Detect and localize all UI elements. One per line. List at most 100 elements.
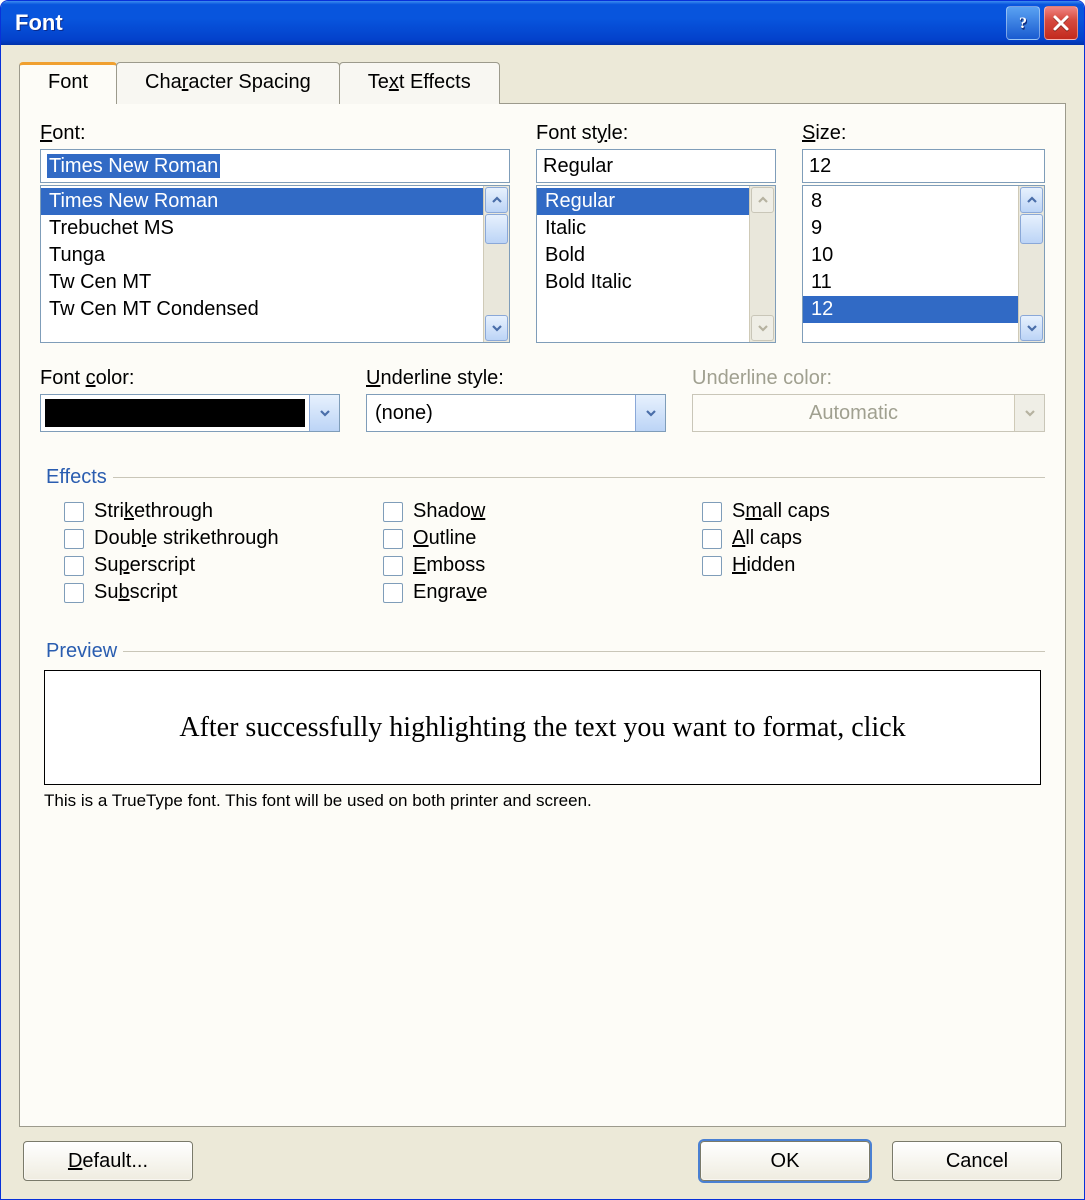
size-listbox[interactable]: 8 9 10 11 12	[802, 185, 1045, 343]
scroll-thumb[interactable]	[1020, 214, 1043, 244]
tabpanel-font: Font: Times New Roman Times New Roman Tr…	[19, 103, 1066, 1127]
checkbox-icon	[64, 502, 84, 522]
chevron-down-icon	[1024, 407, 1036, 419]
outline-checkbox[interactable]: Outline	[383, 527, 702, 550]
close-button[interactable]	[1044, 6, 1078, 40]
list-item[interactable]: Regular	[537, 188, 749, 215]
preview-text: After successfully highlighting the text…	[179, 712, 905, 744]
strikethrough-checkbox[interactable]: Strikethrough	[64, 500, 383, 523]
chevron-down-icon	[1026, 322, 1038, 334]
titlebar: Font ?	[1, 1, 1084, 45]
ok-button[interactable]: OK	[700, 1141, 870, 1181]
chevron-up-icon	[491, 194, 503, 206]
list-item[interactable]: Italic	[537, 215, 749, 242]
svg-text:?: ?	[1019, 15, 1027, 32]
shadow-checkbox[interactable]: Shadow	[383, 500, 702, 523]
tab-character-spacing[interactable]: Character Spacing	[116, 62, 340, 104]
style-listbox[interactable]: Regular Italic Bold Bold Italic	[536, 185, 776, 343]
scroll-up-button[interactable]	[1020, 187, 1043, 213]
list-item[interactable]: Tw Cen MT	[41, 269, 483, 296]
help-button[interactable]: ?	[1006, 6, 1040, 40]
tab-text-effects[interactable]: Text Effects	[339, 62, 500, 104]
default-button[interactable]: Default...	[23, 1141, 193, 1181]
underline-color-label: Underline color:	[692, 367, 1045, 390]
all-caps-checkbox[interactable]: All caps	[702, 527, 1021, 550]
emboss-checkbox[interactable]: Emboss	[383, 554, 702, 577]
font-input-value: Times New Roman	[47, 154, 220, 178]
effects-legend: Effects	[40, 466, 113, 489]
underline-style-combo[interactable]: (none)	[366, 394, 666, 432]
dropdown-button[interactable]	[309, 395, 339, 431]
scroll-down-button[interactable]	[1020, 315, 1043, 341]
font-color-combo[interactable]	[40, 394, 340, 432]
checkbox-icon	[702, 529, 722, 549]
checkbox-icon	[702, 502, 722, 522]
font-listbox[interactable]: Times New Roman Trebuchet MS Tunga Tw Ce…	[40, 185, 510, 343]
small-caps-checkbox[interactable]: Small caps	[702, 500, 1021, 523]
list-item[interactable]: Times New Roman	[41, 188, 483, 215]
chevron-down-icon	[319, 407, 331, 419]
checkbox-icon	[64, 583, 84, 603]
dropdown-button[interactable]	[635, 395, 665, 431]
chevron-up-icon	[757, 194, 769, 206]
color-swatch	[45, 399, 305, 427]
font-label: Font:	[40, 122, 510, 145]
checkbox-icon	[383, 556, 403, 576]
font-scrollbar[interactable]	[483, 186, 509, 342]
close-icon	[1052, 14, 1070, 32]
size-scrollbar[interactable]	[1018, 186, 1044, 342]
font-hint: This is a TrueType font. This font will …	[44, 791, 1041, 811]
engrave-checkbox[interactable]: Engrave	[383, 581, 702, 604]
size-input[interactable]: 12	[802, 149, 1045, 183]
tabstrip: Font Character Spacing Text Effects	[19, 61, 1066, 103]
help-icon: ?	[1014, 14, 1032, 32]
checkbox-icon	[383, 529, 403, 549]
scroll-down-button[interactable]	[485, 315, 508, 341]
checkbox-icon	[64, 529, 84, 549]
size-label: Size:	[802, 122, 1045, 145]
checkbox-icon	[383, 502, 403, 522]
list-item[interactable]: 12	[803, 296, 1018, 323]
checkbox-icon	[383, 583, 403, 603]
style-scrollbar	[749, 186, 775, 342]
double-strikethrough-checkbox[interactable]: Double strikethrough	[64, 527, 383, 550]
effects-group: Effects Strikethrough Double strikethrou…	[40, 454, 1045, 620]
underline-style-value: (none)	[367, 395, 635, 431]
underline-style-label: Underline style:	[366, 367, 666, 390]
list-item[interactable]: 10	[803, 242, 1018, 269]
dialog-title: Font	[15, 10, 1002, 36]
checkbox-icon	[64, 556, 84, 576]
cancel-button[interactable]: Cancel	[892, 1141, 1062, 1181]
chevron-down-icon	[757, 322, 769, 334]
preview-legend: Preview	[40, 640, 123, 663]
chevron-down-icon	[645, 407, 657, 419]
button-row: Default... OK Cancel	[19, 1141, 1066, 1181]
font-input[interactable]: Times New Roman	[40, 149, 510, 183]
preview-box: After successfully highlighting the text…	[44, 670, 1041, 785]
chevron-up-icon	[1026, 194, 1038, 206]
superscript-checkbox[interactable]: Superscript	[64, 554, 383, 577]
tab-font[interactable]: Font	[19, 62, 117, 104]
font-color-label: Font color:	[40, 367, 340, 390]
list-item[interactable]: Bold	[537, 242, 749, 269]
list-item[interactable]: 8	[803, 188, 1018, 215]
list-item[interactable]: Trebuchet MS	[41, 215, 483, 242]
subscript-checkbox[interactable]: Subscript	[64, 581, 383, 604]
list-item[interactable]: 9	[803, 215, 1018, 242]
checkbox-icon	[702, 556, 722, 576]
chevron-down-icon	[491, 322, 503, 334]
list-item[interactable]: Bold Italic	[537, 269, 749, 296]
scroll-thumb[interactable]	[485, 214, 508, 244]
scroll-up-button[interactable]	[485, 187, 508, 213]
style-input[interactable]: Regular	[536, 149, 776, 183]
underline-color-combo: Automatic	[692, 394, 1045, 432]
style-label: Font style:	[536, 122, 776, 145]
hidden-checkbox[interactable]: Hidden	[702, 554, 1021, 577]
list-item[interactable]: Tw Cen MT Condensed	[41, 296, 483, 323]
preview-group: Preview After successfully highlighting …	[40, 628, 1045, 815]
scroll-up-button	[751, 187, 774, 213]
client-area: Font Character Spacing Text Effects Font…	[1, 45, 1084, 1199]
dropdown-button	[1014, 395, 1044, 431]
list-item[interactable]: 11	[803, 269, 1018, 296]
list-item[interactable]: Tunga	[41, 242, 483, 269]
